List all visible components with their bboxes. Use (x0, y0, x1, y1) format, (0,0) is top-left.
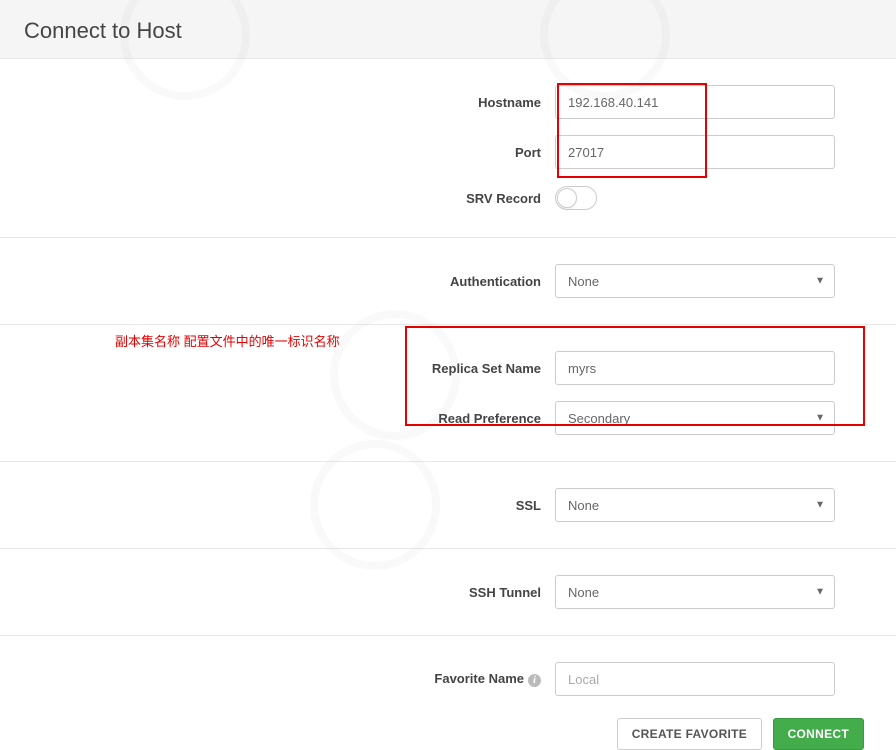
section-ssh: SSH Tunnel None ▼ (0, 549, 896, 636)
label-read-pref: Read Preference (0, 411, 555, 426)
label-auth: Authentication (0, 274, 555, 289)
section-auth: Authentication None ▼ (0, 238, 896, 325)
row-auth: Authentication None ▼ (0, 256, 896, 306)
page-title: Connect to Host (24, 18, 872, 44)
input-port[interactable] (555, 135, 835, 169)
label-ssh: SSH Tunnel (0, 585, 555, 600)
label-hostname: Hostname (0, 95, 555, 110)
input-replica-name[interactable] (555, 351, 835, 385)
label-replica-name: Replica Set Name (0, 361, 555, 376)
section-favorite: Favorite Namei CREATE FAVORITE CONNECT (0, 636, 896, 750)
toggle-knob-icon (557, 188, 577, 208)
row-favorite-name: Favorite Namei (0, 654, 896, 704)
select-ssh[interactable]: None (555, 575, 835, 609)
row-hostname: Hostname (0, 77, 896, 127)
row-replica-name: Replica Set Name (0, 343, 896, 393)
form-content: Hostname Port SRV Record Authentication (0, 59, 896, 750)
action-bar: CREATE FAVORITE CONNECT (0, 704, 896, 750)
select-ssl[interactable]: None (555, 488, 835, 522)
row-read-pref: Read Preference Secondary ▼ (0, 393, 896, 443)
select-read-pref[interactable]: Secondary (555, 401, 835, 435)
label-ssl: SSL (0, 498, 555, 513)
label-favorite-name: Favorite Namei (0, 671, 555, 686)
select-auth[interactable]: None (555, 264, 835, 298)
label-port: Port (0, 145, 555, 160)
input-hostname[interactable] (555, 85, 835, 119)
info-icon: i (528, 674, 541, 687)
input-favorite-name[interactable] (555, 662, 835, 696)
section-host: Hostname Port SRV Record (0, 59, 896, 238)
row-srv: SRV Record (0, 177, 896, 219)
row-port: Port (0, 127, 896, 177)
row-ssh: SSH Tunnel None ▼ (0, 567, 896, 617)
connect-button[interactable]: CONNECT (773, 718, 864, 750)
annotation-text: 副本集名称 配置文件中的唯一标识名称 (115, 331, 340, 350)
section-ssl: SSL None ▼ (0, 462, 896, 549)
row-ssl: SSL None ▼ (0, 480, 896, 530)
page-header: Connect to Host (0, 0, 896, 59)
label-srv: SRV Record (0, 191, 555, 206)
toggle-srv[interactable] (555, 186, 597, 210)
create-favorite-button[interactable]: CREATE FAVORITE (617, 718, 762, 750)
